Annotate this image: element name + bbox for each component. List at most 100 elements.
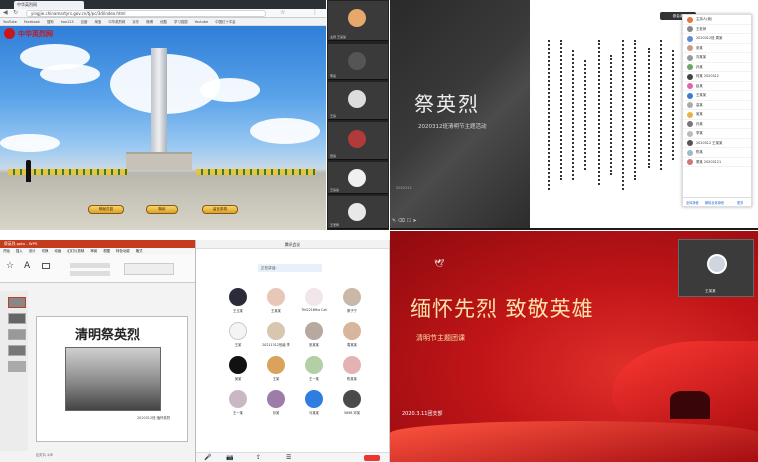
menu-item[interactable]: 特色功能 [116, 249, 130, 253]
leave-message-button[interactable]: 留言祭奠 [202, 205, 238, 214]
participant-item[interactable]: 董某 20203121 [683, 158, 751, 167]
slide-thumbnail[interactable] [8, 361, 26, 372]
meeting-toolbar: 🎤 📷 ⇪ ☰ [196, 452, 389, 462]
menu-icon[interactable]: ⋮ [312, 9, 318, 16]
gallery-tile[interactable]: 张某某 [296, 322, 332, 350]
leave-button[interactable] [364, 455, 380, 461]
bookmark-item[interactable]: 学习强国 [174, 20, 188, 24]
mic-icon[interactable]: 🎤 [204, 454, 211, 461]
participant-item[interactable]: 何某 2020312 [683, 72, 751, 82]
gallery-tile[interactable]: 5698 邓某 [334, 390, 370, 418]
address-bar-row: ◀ ↻ yingjie.chinamartyrs.gov.cn/tj/pc/3d… [0, 9, 326, 18]
participant-item[interactable]: 2020312 王某某 [683, 139, 751, 148]
video-tile[interactable]: 王某 [328, 82, 388, 120]
participant-item[interactable]: 刘某某 [683, 53, 751, 63]
share-icon[interactable]: ⇪ [256, 454, 261, 461]
participant-item[interactable]: 李某 [683, 129, 751, 139]
menu-item[interactable]: 审阅 [90, 249, 97, 253]
more-button[interactable]: 更多 [737, 200, 743, 205]
participant-item[interactable]: 赵某 [683, 82, 751, 91]
star-icon[interactable]: ☆ [280, 9, 285, 16]
menu-item[interactable]: 插入 [16, 249, 23, 253]
layout-icon[interactable] [70, 263, 110, 268]
bookmark-item[interactable]: hao123 [61, 20, 74, 24]
gallery-tile[interactable]: 20211312班级 李 [258, 322, 294, 350]
bow-button[interactable]: 鞠躬 [146, 205, 178, 214]
star-icon[interactable]: ☆ [6, 261, 14, 271]
memorial-photo[interactable] [65, 347, 161, 411]
meeting-gallery: 腾讯会议 正在讲话: 王玉某 王某某 Tfd2216fho Cat 董子宁 王某… [196, 240, 390, 462]
menu-item[interactable]: 开始 [3, 249, 10, 253]
pen-tools[interactable]: ✎ ⌫ ☐ ➤ [392, 218, 432, 226]
gallery-tile[interactable]: 吴某 [220, 356, 256, 384]
bookmark-item[interactable]: Facebook [24, 20, 40, 24]
participant-item[interactable]: 高某 [683, 101, 751, 110]
participant-item[interactable]: 陈某 [683, 148, 751, 158]
font-icon[interactable]: A [24, 261, 30, 271]
gallery-tile[interactable]: 王某 [258, 356, 294, 384]
bookmark-item[interactable]: 搜狗 [47, 20, 54, 24]
menu-item[interactable]: 幻灯片放映 [67, 249, 84, 253]
menu-item[interactable]: 动画 [54, 249, 61, 253]
slide-footer: 2020312 [396, 186, 412, 190]
offer-flowers-button[interactable]: 敬献花篮 [88, 205, 124, 214]
participant-item[interactable]: 王某某 [683, 91, 751, 101]
back-icon[interactable]: ◀ [3, 9, 8, 16]
gallery-tile[interactable]: 王某某 [258, 288, 294, 316]
tools-icon[interactable] [124, 263, 174, 275]
site-logo[interactable]: 中华英烈网 [4, 28, 74, 40]
gallery-tile[interactable]: Tfd2216fho Cat [296, 288, 332, 316]
participant-item[interactable]: 张某 [683, 44, 751, 53]
bookmark-item[interactable]: 中华英烈网 [108, 20, 125, 24]
video-tile[interactable]: 田某 [328, 122, 388, 160]
video-tile[interactable]: 王某某 [328, 162, 388, 194]
gallery-tile[interactable]: 王玉某 [220, 288, 256, 316]
url-input[interactable]: yingjie.chinamartyrs.gov.cn/tj/pc/3d/ind… [26, 10, 266, 17]
bookmark-item[interactable]: 中国红十字会 [215, 20, 235, 24]
memorial-3d-scene[interactable]: 中华英烈网 敬献花篮 鞠躬 留言祭奠 [0, 26, 326, 230]
members-icon[interactable]: ☰ [286, 454, 291, 461]
slide-thumbnail[interactable] [8, 297, 26, 308]
camera-icon[interactable]: 📷 [226, 454, 233, 461]
participant-item[interactable]: 2020312班 周某 [683, 34, 751, 44]
gallery-tile[interactable]: 马某某 [296, 390, 332, 418]
shape-icon[interactable] [42, 263, 50, 269]
participant-item[interactable]: 王老师 [683, 25, 751, 34]
slide-title: 祭英烈 [414, 92, 480, 116]
bookmark-item[interactable]: 优酷 [160, 20, 167, 24]
participant-item[interactable]: 主持人(我) [683, 15, 751, 25]
bookmark-item[interactable]: 淘宝 [94, 20, 101, 24]
gallery-tile[interactable]: 王一某 [220, 390, 256, 418]
presenter-camera[interactable]: 王某某 [678, 239, 754, 297]
menu-item[interactable]: 设计 [29, 249, 36, 253]
slide-thumbnail[interactable] [8, 345, 26, 356]
gallery-tile[interactable]: 王一某 [296, 356, 332, 384]
reload-icon[interactable]: ↻ [13, 9, 18, 16]
video-tile[interactable]: 王老师 [328, 196, 388, 229]
menu-item[interactable]: 格式 [136, 249, 143, 253]
menu-item[interactable]: 视图 [103, 249, 110, 253]
video-tile[interactable]: 李某 [328, 44, 388, 80]
gallery-tile[interactable]: 周某某 [334, 322, 370, 350]
bookmark-item[interactable]: 京东 [132, 20, 139, 24]
participant-item[interactable]: 孙某 [683, 63, 751, 72]
gallery-tile[interactable]: 陈某某 [334, 356, 370, 384]
slide-canvas[interactable]: 清明祭英烈 2020312班·缅怀英烈 [36, 316, 188, 442]
browser-tab[interactable]: 中华英烈网 [14, 1, 84, 9]
mute-all-button[interactable]: 全体静音 [686, 200, 699, 205]
gallery-tile[interactable]: 王某 [220, 322, 256, 350]
bookmark-item[interactable]: Youtube [195, 20, 209, 24]
menu-item[interactable]: 切换 [42, 249, 49, 253]
participant-item[interactable]: 吴某 [683, 110, 751, 120]
gallery-tile[interactable]: 董子宁 [334, 288, 370, 316]
participant-item[interactable]: 孙某 [683, 120, 751, 129]
video-tile[interactable]: 主持 王某某 [328, 1, 388, 41]
bookmark-item[interactable]: YouTube [3, 20, 17, 24]
slide-thumbnail[interactable] [8, 313, 26, 324]
gallery-tile[interactable]: 孙某 [258, 390, 294, 418]
slide-thumbnail[interactable] [8, 329, 26, 340]
bookmark-item[interactable]: 百度 [81, 20, 88, 24]
unmute-all-button[interactable]: 解除全体静音 [705, 200, 724, 205]
bookmark-item[interactable]: 微博 [146, 20, 153, 24]
layout-icon[interactable] [70, 271, 110, 276]
